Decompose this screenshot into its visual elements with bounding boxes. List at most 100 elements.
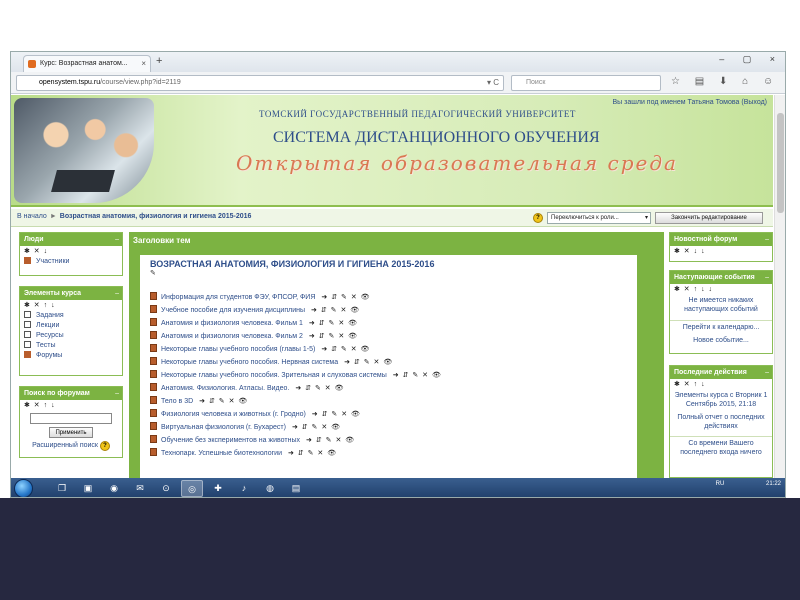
role-switch-label: Переключиться к роли... bbox=[551, 215, 619, 221]
resource-title[interactable]: Некоторые главы учебного пособия (главы … bbox=[161, 346, 315, 353]
list-item[interactable]: Форумы bbox=[20, 350, 122, 360]
role-switch-select[interactable]: Переключиться к роли... ▾ bbox=[547, 212, 651, 224]
forum-search-input[interactable] bbox=[30, 413, 112, 424]
block-controls[interactable]: ✱ ✕ ↓ bbox=[20, 246, 122, 256]
list-item[interactable]: Тесты bbox=[20, 340, 122, 350]
edit-controls[interactable]: ➜ ⇵ ✎ ✕ 👁 bbox=[344, 359, 393, 366]
reload-icon[interactable]: ▾ C bbox=[487, 76, 499, 90]
edit-controls[interactable]: ➜ ⇵ ✎ ✕ 👁 bbox=[288, 450, 337, 457]
course-title: ВОЗРАСТНАЯ АНАТОМИЯ, ФИЗИОЛОГИЯ И ГИГИЕН… bbox=[150, 259, 435, 269]
collapse-icon[interactable]: – bbox=[765, 233, 769, 246]
edit-controls[interactable]: ➜ ⇵ ✎ ✕ 👁 bbox=[309, 320, 358, 327]
resource-row[interactable]: Тело в 3D ➜ ⇵ ✎ ✕ 👁 bbox=[150, 395, 627, 408]
resource-title[interactable]: Некоторые главы учебного пособия. Нервна… bbox=[161, 359, 338, 366]
list-item[interactable]: Ресурсы bbox=[20, 330, 122, 340]
taskbar-app-icon[interactable]: ✚ bbox=[207, 480, 229, 497]
resource-title[interactable]: Физиология человека и животных (г. Гродн… bbox=[161, 411, 306, 418]
resource-row[interactable]: Физиология человека и животных (г. Гродн… bbox=[150, 408, 627, 421]
resource-row[interactable]: Анатомия и физиология человека. Фильм 1 ➜… bbox=[150, 317, 627, 330]
collapse-icon[interactable]: – bbox=[115, 233, 119, 246]
clock[interactable]: 21:22 bbox=[766, 481, 781, 487]
taskbar-app-icon[interactable]: ▤ bbox=[285, 480, 307, 497]
resource-title[interactable]: Информация для студентов ФЭУ, ФПСОР, ФИЯ bbox=[161, 294, 315, 301]
help-icon[interactable]: ? bbox=[99, 441, 110, 451]
browser-titlebar: Курс: Возрастная анатом... × + – ▢ × bbox=[11, 52, 785, 72]
resource-row[interactable]: Анатомия. Физиология. Атласы. Видео. ➜ ⇵ … bbox=[150, 382, 627, 395]
taskbar-app-icon[interactable]: ✉ bbox=[129, 480, 151, 497]
breadcrumb-current[interactable]: Возрастная анатомия, физиология и гигиен… bbox=[60, 213, 252, 220]
collapse-icon[interactable]: – bbox=[115, 387, 119, 400]
resource-title[interactable]: Учебное пособие для изучения дисциплины bbox=[161, 307, 305, 314]
scrollbar-thumb[interactable] bbox=[777, 113, 784, 213]
resource-title[interactable]: Анатомия и физиология человека. Фильм 2 bbox=[161, 333, 303, 340]
resource-row[interactable]: Некоторые главы учебного пособия. Нервна… bbox=[150, 356, 627, 369]
collapse-icon[interactable]: – bbox=[765, 271, 769, 284]
resource-title[interactable]: Обучение без экспериментов на животных bbox=[161, 437, 300, 444]
edit-controls[interactable]: ➜ ⇵ ✎ ✕ 👁 bbox=[321, 294, 370, 301]
block-controls[interactable]: ✱ ✕ ↑ ↓ bbox=[20, 400, 122, 410]
help-icon[interactable]: ? bbox=[533, 213, 543, 223]
start-button[interactable] bbox=[14, 479, 33, 497]
list-item[interactable]: Участники bbox=[20, 256, 122, 266]
resource-title[interactable]: Технопарк. Успешные биотехнологии bbox=[161, 450, 282, 457]
browser-tab[interactable]: Курс: Возрастная анатом... × bbox=[23, 55, 151, 72]
browser-search-input[interactable]: Поиск bbox=[511, 75, 661, 91]
edit-controls[interactable]: ➜ ⇵ ✎ ✕ 👁 bbox=[199, 398, 248, 405]
resource-icon bbox=[24, 331, 31, 338]
window-controls[interactable]: – ▢ × bbox=[719, 54, 783, 65]
collapse-icon[interactable]: – bbox=[765, 366, 769, 379]
apply-search-button[interactable]: Применить bbox=[49, 427, 93, 438]
edit-controls[interactable]: ➜ ⇵ ✎ ✕ 👁 bbox=[295, 385, 344, 392]
resource-row[interactable]: Некоторые главы учебного пособия (главы … bbox=[150, 343, 627, 356]
taskbar-app-icon[interactable]: ◉ bbox=[103, 480, 125, 497]
edit-controls[interactable]: ➜ ⇵ ✎ ✕ 👁 bbox=[311, 307, 360, 314]
taskbar-app-icon[interactable]: ❐ bbox=[51, 480, 73, 497]
language-indicator[interactable]: RU bbox=[716, 481, 725, 487]
taskbar-app-icon[interactable]: ⊙ bbox=[155, 480, 177, 497]
taskbar-app-icon[interactable]: ◎ bbox=[181, 480, 203, 497]
full-report-link[interactable]: Полный отчет о последних действиях bbox=[670, 411, 772, 433]
close-tab-icon[interactable]: × bbox=[141, 56, 146, 71]
resource-row[interactable]: Технопарк. Успешные биотехнологии ➜ ⇵ ✎ ✕… bbox=[150, 447, 627, 460]
resource-row[interactable]: Виртуальная физиология (г. Бухарест) ➜ ⇵ … bbox=[150, 421, 627, 434]
block-controls[interactable]: ✱ ✕ ↓ ↓ bbox=[670, 246, 772, 256]
resource-title[interactable]: Виртуальная физиология (г. Бухарест) bbox=[161, 424, 286, 431]
taskbar-app-icon[interactable]: ◍ bbox=[259, 480, 281, 497]
edit-controls[interactable]: ➜ ⇵ ✎ ✕ 👁 bbox=[312, 411, 361, 418]
user-name-link[interactable]: Татьяна Томова bbox=[688, 99, 740, 106]
resource-row[interactable]: Информация для студентов ФЭУ, ФПСОР, ФИЯ… bbox=[150, 291, 627, 304]
block-controls[interactable]: ✱ ✕ ↑ ↓ ↓ bbox=[670, 284, 772, 294]
edit-controls[interactable]: ➜ ⇵ ✎ ✕ 👁 bbox=[306, 437, 355, 444]
new-event-link[interactable]: Новое событие... bbox=[670, 334, 772, 347]
edit-controls[interactable]: ➜ ⇵ ✎ ✕ 👁 bbox=[309, 333, 358, 340]
address-bar[interactable]: opensystem.tspu.ru/course/view.php?id=21… bbox=[16, 75, 504, 91]
resource-title[interactable]: Некоторые главы учебного пособия. Зрител… bbox=[161, 372, 387, 379]
resource-row[interactable]: Анатомия и физиология человека. Фильм 2 ➜… bbox=[150, 330, 627, 343]
browser-toolbar-icons[interactable]: ☆ ▤ ⬇ ⌂ ☺ ≡ bbox=[671, 76, 785, 87]
breadcrumb-home[interactable]: В начало bbox=[17, 213, 47, 220]
list-item[interactable]: Лекции bbox=[20, 320, 122, 330]
edit-controls[interactable]: ➜ ⇵ ✎ ✕ 👁 bbox=[393, 372, 442, 379]
block-controls[interactable]: ✱ ✕ ↑ ↓ bbox=[20, 300, 122, 310]
resource-title[interactable]: Анатомия и физиология человека. Фильм 1 bbox=[161, 320, 303, 327]
page-scrollbar[interactable] bbox=[774, 95, 785, 478]
edit-summary-icon[interactable]: ✎ bbox=[150, 269, 627, 277]
advanced-search-link[interactable]: Расширенный поиск ? bbox=[20, 440, 122, 452]
calendar-link[interactable]: Перейти к календарю... bbox=[670, 320, 772, 334]
browser-window: Курс: Возрастная анатом... × + – ▢ × ope… bbox=[10, 51, 786, 498]
resource-title[interactable]: Тело в 3D bbox=[161, 398, 193, 405]
taskbar-app-icon[interactable]: ♪ bbox=[233, 480, 255, 497]
resource-row[interactable]: Учебное пособие для изучения дисциплины ➜… bbox=[150, 304, 627, 317]
new-tab-button[interactable]: + bbox=[156, 55, 162, 67]
edit-controls[interactable]: ➜ ⇵ ✎ ✕ 👁 bbox=[292, 424, 341, 431]
edit-controls[interactable]: ➜ ⇵ ✎ ✕ 👁 bbox=[321, 346, 370, 353]
logout-link[interactable]: (Выход) bbox=[741, 99, 767, 106]
resource-row[interactable]: Обучение без экспериментов на животных ➜ … bbox=[150, 434, 627, 447]
resource-row[interactable]: Некоторые главы учебного пособия. Зрител… bbox=[150, 369, 627, 382]
taskbar-app-icon[interactable]: ▣ bbox=[77, 480, 99, 497]
collapse-icon[interactable]: – bbox=[115, 287, 119, 300]
resource-title[interactable]: Анатомия. Физиология. Атласы. Видео. bbox=[161, 385, 289, 392]
block-controls[interactable]: ✱ ✕ ↑ ↓ bbox=[670, 379, 772, 389]
stop-editing-button[interactable]: Закончить редактирование bbox=[655, 212, 763, 224]
list-item[interactable]: Задания bbox=[20, 310, 122, 320]
